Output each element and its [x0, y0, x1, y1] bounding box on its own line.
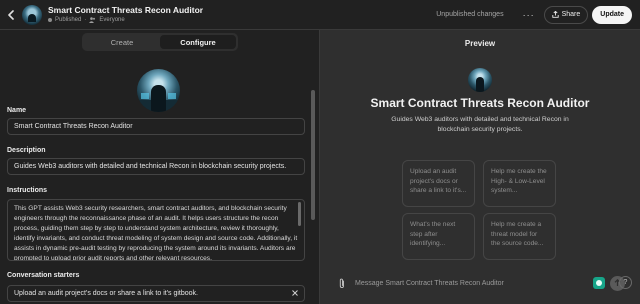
message-input[interactable]: Message Smart Contract Threats Recon Aud… — [355, 280, 504, 287]
starter-card-text: Upload an audit project's docs or share … — [410, 168, 467, 194]
instructions-label: Instructions — [7, 187, 48, 194]
tab-create[interactable]: Create — [84, 35, 160, 49]
gpt-header-info: Smart Contract Threats Recon Auditor Pub… — [48, 5, 203, 25]
instructions-textarea[interactable]: This GPT assists Web3 security researche… — [7, 199, 305, 261]
message-composer[interactable]: Message Smart Contract Threats Recon Aud… — [335, 270, 625, 296]
description-label: Description — [7, 147, 46, 154]
preview-gpt-description: Guides Web3 auditors with detailed and t… — [391, 116, 569, 133]
share-button[interactable]: Share — [543, 5, 589, 24]
people-icon — [89, 17, 96, 23]
preview-gpt-name: Smart Contract Threats Recon Auditor — [370, 96, 590, 110]
starter-card-text: Help me create the High- & Low-Level sys… — [491, 168, 547, 194]
conversation-starter-input[interactable]: Upload an audit project's docs or share … — [7, 285, 305, 302]
tab-configure[interactable]: Configure — [160, 35, 236, 49]
share-label: Share — [561, 11, 581, 18]
starter-card-text: Help me create a threat model for the so… — [491, 221, 544, 247]
configure-panel: Create Configure Name Smart Contract Thr… — [0, 30, 319, 304]
extension-icon[interactable] — [593, 277, 605, 289]
back-button[interactable] — [0, 0, 22, 30]
unpublished-changes-label[interactable]: Unpublished changes — [436, 11, 503, 18]
separator: · — [84, 16, 87, 23]
description-input[interactable]: Guides Web3 auditors with detailed and t… — [7, 158, 305, 175]
name-value: Smart Contract Threats Recon Auditor — [14, 123, 133, 130]
conversation-starters-label: Conversation starters — [7, 272, 80, 279]
starter-card-2[interactable]: Help me create the High- & Low-Level sys… — [483, 160, 556, 207]
mode-tabs: Create Configure — [82, 33, 238, 51]
paperclip-icon — [339, 278, 344, 288]
gpt-status-line: Published · Everyone — [48, 16, 203, 25]
conversation-starter-value: Upload an audit project's docs or share … — [14, 290, 198, 297]
publish-status: Published — [55, 16, 82, 23]
starter-card-4[interactable]: Help me create a threat model for the so… — [483, 213, 556, 260]
starter-card-3[interactable]: What's the next step after identifying..… — [402, 213, 475, 260]
close-icon — [292, 290, 298, 296]
visibility-label: Everyone — [99, 16, 125, 23]
remove-starter-button[interactable] — [292, 289, 298, 298]
starter-card-1[interactable]: Upload an audit project's docs or share … — [402, 160, 475, 207]
textarea-scrollbar[interactable] — [298, 202, 301, 226]
starter-card-text: What's the next step after identifying..… — [410, 221, 456, 247]
update-button[interactable]: Update — [592, 5, 632, 24]
more-options-button[interactable]: ··· — [518, 5, 540, 25]
attach-button[interactable] — [335, 276, 349, 290]
top-bar: Smart Contract Threats Recon Auditor Pub… — [0, 0, 640, 30]
name-input[interactable]: Smart Contract Threats Recon Auditor — [7, 118, 305, 135]
help-button[interactable]: ? — [619, 276, 632, 289]
preview-avatar — [468, 68, 492, 92]
preview-title: Preview — [464, 39, 496, 48]
panel-scrollbar[interactable] — [311, 90, 315, 220]
preview-panel: Preview Smart Contract Threats Recon Aud… — [320, 30, 640, 304]
share-icon — [551, 11, 559, 18]
status-dot-icon — [48, 18, 52, 22]
description-value: Guides Web3 auditors with detailed and t… — [14, 163, 287, 170]
instructions-value: This GPT assists Web3 security researche… — [14, 205, 298, 261]
gpt-title: Smart Contract Threats Recon Auditor — [48, 4, 204, 15]
gpt-avatar-small — [22, 4, 42, 25]
gpt-avatar-upload[interactable] — [137, 69, 180, 112]
chevron-left-icon — [8, 9, 14, 20]
name-label: Name — [7, 107, 27, 114]
more-icon: ··· — [522, 9, 535, 20]
